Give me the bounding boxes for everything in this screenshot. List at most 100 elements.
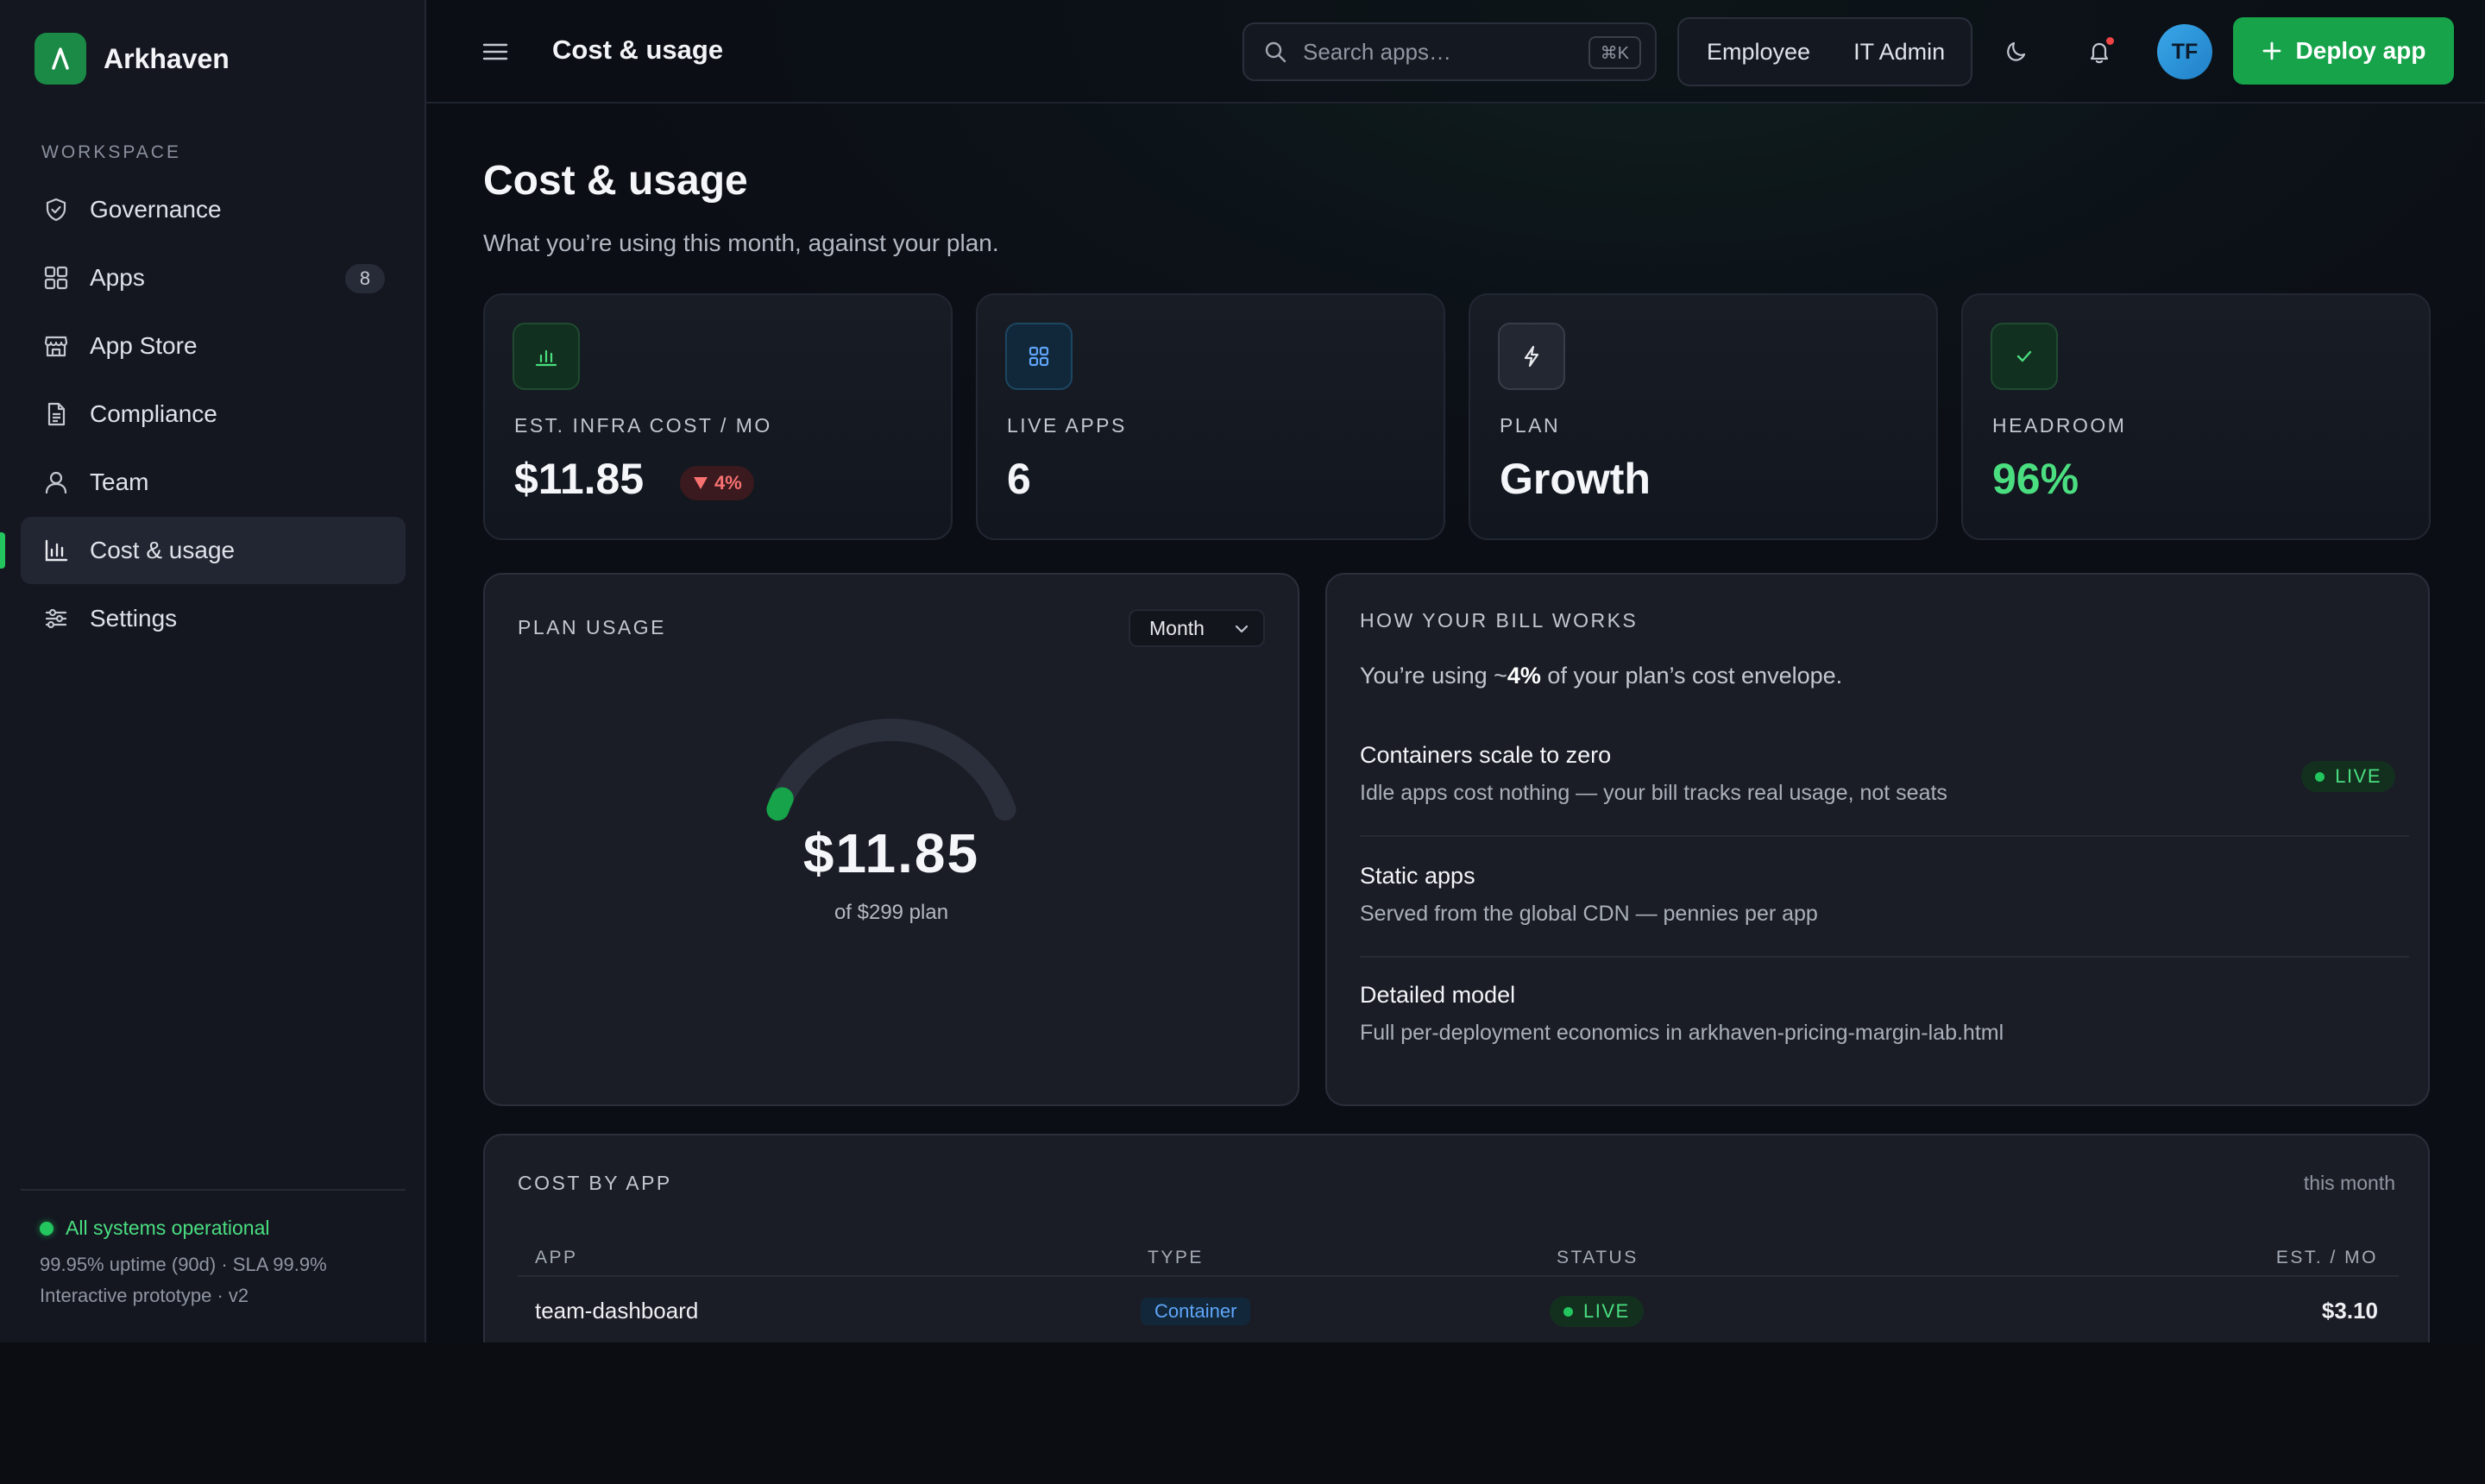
cost-change-value: 4% — [714, 472, 742, 494]
bill-intro-prefix: You’re using ~ — [1360, 663, 1507, 689]
kpi-label: PLAN — [1500, 414, 1561, 437]
app-cost-cell: $3.10 — [2321, 1298, 2378, 1324]
apps-count-badge: 8 — [345, 264, 385, 293]
prototype-note: Interactive prototype · v2 — [40, 1285, 249, 1306]
bill-intro: You’re using ~4% of your plan’s cost env… — [1360, 663, 1842, 689]
gauge-fill — [766, 787, 794, 821]
store-icon — [41, 331, 71, 361]
sidebar-item-settings[interactable]: Settings — [21, 585, 406, 652]
brand-logo-icon — [35, 33, 86, 85]
column-header-app[interactable]: APP — [535, 1248, 578, 1268]
notifications-button[interactable] — [2078, 30, 2121, 73]
cost-change-badge: 4% — [680, 466, 754, 500]
sidebar-item-app-store[interactable]: App Store — [21, 312, 406, 380]
live-dot-icon — [1563, 1306, 1573, 1317]
period-select-value: Month — [1149, 616, 1205, 639]
plus-icon — [2262, 41, 2282, 61]
kpi-label: LIVE APPS — [1007, 414, 1127, 437]
role-switcher: Employee IT Admin — [1677, 17, 1972, 86]
bill-item-containers: Containers scale to zero Idle apps cost … — [1360, 742, 2409, 806]
sidebar-item-apps[interactable]: Apps 8 — [21, 244, 406, 311]
topbar-title: Cost & usage — [552, 35, 724, 65]
bill-item-title: Detailed model — [1360, 982, 1516, 1008]
sidebar-section-label: WORKSPACE — [41, 142, 181, 162]
period-select[interactable]: Month — [1129, 609, 1265, 647]
app-type-badge: Container — [1141, 1298, 1251, 1325]
kpi-card-infra-cost: EST. INFRA COST / MO $11.85 4% — [483, 293, 953, 540]
sidebar-item-cost-usage[interactable]: Cost & usage — [0, 517, 406, 584]
plan-usage-sub: of $299 plan — [834, 901, 949, 924]
brand[interactable]: Arkhaven — [35, 33, 230, 85]
bill-intro-suffix: of your plan’s cost envelope. — [1540, 663, 1843, 689]
shield-check-icon — [41, 195, 71, 224]
bill-item-title: Containers scale to zero — [1360, 742, 1612, 768]
bill-item-title: Static apps — [1360, 863, 1475, 889]
sidebar-item-compliance[interactable]: Compliance — [21, 380, 406, 448]
sidebar-item-label: Governance — [90, 196, 222, 223]
bill-item-desc: Full per-deployment economics in arkhave… — [1360, 1021, 2004, 1045]
kpi-label: EST. INFRA COST / MO — [514, 414, 772, 437]
hamburger-icon — [482, 43, 508, 60]
plan-usage-value: $11.85 — [802, 822, 980, 884]
cost-by-app-label: COST BY APP — [518, 1172, 672, 1194]
bill-explainer-label: HOW YOUR BILL WORKS — [1360, 609, 1639, 632]
sidebar-item-team[interactable]: Team — [21, 449, 406, 516]
bill-explainer-panel: HOW YOUR BILL WORKS You’re using ~4% of … — [1325, 573, 2430, 1106]
uptime-text: 99.95% uptime (90d) · SLA 99.9% — [40, 1254, 327, 1275]
search-box[interactable]: ⌘K — [1242, 22, 1657, 81]
plan-usage-label: PLAN USAGE — [518, 616, 666, 638]
sidebar-item-label: Team — [90, 468, 149, 495]
sidebar: Arkhaven WORKSPACE Governance Apps 8 App… — [0, 0, 426, 1343]
system-status: All systems operational 99.95% uptime (9… — [21, 1189, 406, 1307]
triangle-down-icon — [694, 477, 708, 489]
role-it-admin-button[interactable]: IT Admin — [1841, 39, 1957, 66]
gauge-track — [766, 718, 1016, 821]
main-content: Cost & usage ⌘K Employee IT Admin TF — [426, 0, 2485, 1343]
document-icon — [41, 399, 71, 429]
column-header-type[interactable]: TYPE — [1148, 1248, 1204, 1268]
plan-usage-panel: PLAN USAGE Month $11.85 of $299 plan — [483, 573, 1299, 1106]
page-title: Cost & usage — [483, 158, 748, 204]
search-input[interactable] — [1303, 38, 1562, 66]
theme-toggle-button[interactable] — [1995, 30, 2038, 73]
bar-chart-icon — [41, 536, 71, 565]
grid-icon — [41, 263, 71, 292]
table-header-divider — [518, 1275, 2399, 1277]
sidebar-item-label: App Store — [90, 332, 198, 359]
sidebar-item-label: Settings — [90, 605, 178, 632]
divider — [1360, 956, 2409, 958]
kpi-value: Growth — [1500, 455, 1651, 503]
kpi-card-headroom: HEADROOM 96% — [1961, 293, 2431, 540]
system-status-line[interactable]: All systems operational — [40, 1217, 406, 1240]
status-badge-label: LIVE — [1583, 1300, 1630, 1322]
column-header-status[interactable]: STATUS — [1557, 1248, 1639, 1268]
kpi-value: 96% — [1992, 455, 2079, 503]
bill-intro-percent: 4% — [1507, 663, 1541, 689]
avatar[interactable]: TF — [2157, 24, 2212, 79]
deploy-app-label: Deploy app — [2295, 37, 2426, 64]
role-employee-button[interactable]: Employee — [1695, 39, 1822, 66]
menu-toggle-button[interactable] — [478, 36, 513, 67]
status-dot-icon — [40, 1221, 53, 1236]
status-badge: LIVE — [1550, 1296, 1644, 1327]
cost-by-app-panel: COST BY APP this month APP TYPE STATUS E… — [483, 1134, 2430, 1343]
moon-icon — [2007, 41, 2026, 61]
kpi-card-plan: PLAN Growth — [1469, 293, 1938, 540]
kpi-value: $11.85 — [514, 455, 645, 503]
kpi-label: HEADROOM — [1992, 414, 2127, 437]
sliders-icon — [41, 604, 71, 633]
column-header-cost[interactable]: EST. / MO — [2276, 1248, 2378, 1268]
status-badge-label: LIVE — [2335, 765, 2381, 787]
app-name-cell[interactable]: team-dashboard — [535, 1298, 698, 1324]
notification-dot — [2106, 37, 2114, 45]
grid-icon — [1005, 323, 1073, 390]
bill-item-detailed-model: Detailed model Full per-deployment econo… — [1360, 982, 2409, 1046]
page-subtitle: What you’re using this month, against yo… — [483, 230, 999, 256]
sidebar-item-governance[interactable]: Governance — [21, 176, 406, 243]
brand-name: Arkhaven — [104, 42, 230, 74]
live-dot-icon — [2315, 771, 2325, 782]
sidebar-item-label: Cost & usage — [90, 537, 236, 563]
app-shell: Arkhaven WORKSPACE Governance Apps 8 App… — [0, 0, 2485, 1343]
bill-item-desc: Idle apps cost nothing — your bill track… — [1360, 781, 1947, 805]
deploy-app-button[interactable]: Deploy app — [2233, 17, 2454, 85]
